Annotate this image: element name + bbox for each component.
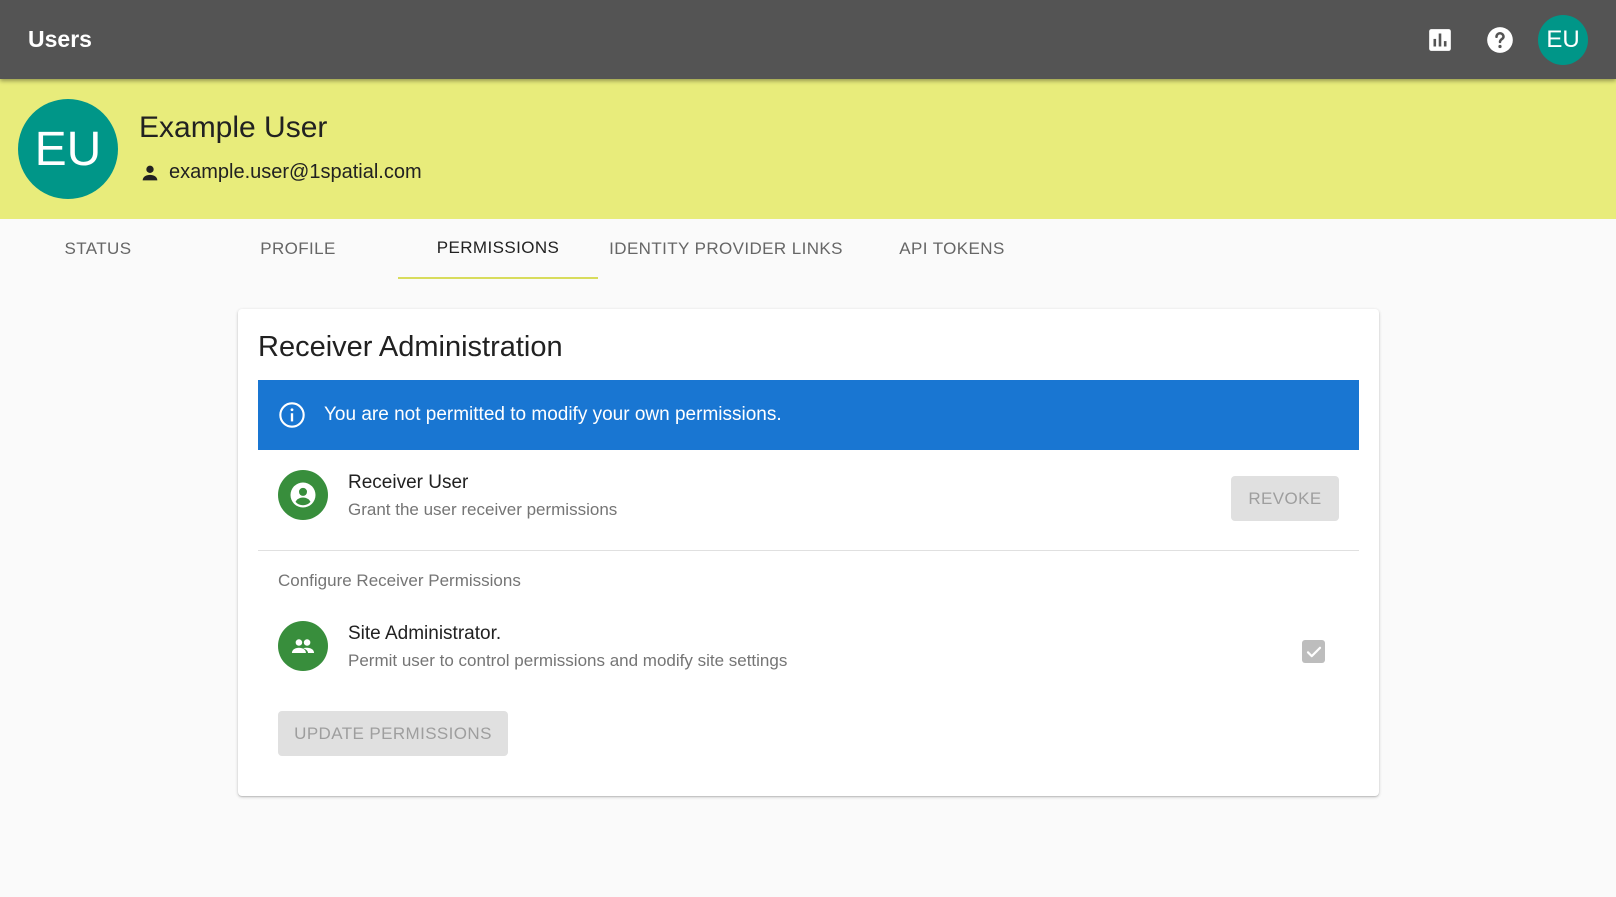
site-admin-icon-badge [278, 621, 328, 671]
receiver-user-subtitle: Grant the user receiver permissions [348, 500, 618, 519]
alert-message: You are not permitted to modify your own… [324, 404, 782, 425]
profile-banner: EU Example User example.user@1spatial.co… [0, 79, 1616, 219]
card-title: Receiver Administration [258, 331, 563, 363]
account-avatar-button[interactable]: EU [1538, 14, 1588, 65]
info-alert: You are not permitted to modify your own… [258, 380, 1359, 450]
user-avatar: EU [18, 99, 118, 199]
tab-status[interactable]: STATUS [0, 219, 196, 279]
tab-identity-provider-links[interactable]: IDENTITY PROVIDER LINKS [598, 219, 854, 279]
site-admin-subtitle: Permit user to control permissions and m… [348, 651, 788, 670]
tab-bar: STATUS PROFILE PERMISSIONS IDENTITY PROV… [0, 219, 1616, 279]
person-icon [142, 165, 158, 180]
user-name: Example User [139, 111, 328, 144]
configure-permissions-label: Configure Receiver Permissions [278, 571, 521, 590]
group-icon [291, 639, 315, 653]
info-icon [279, 402, 305, 428]
site-admin-title: Site Administrator. [348, 623, 502, 644]
tab-api-tokens[interactable]: API TOKENS [854, 219, 1050, 279]
tab-profile[interactable]: PROFILE [198, 219, 398, 279]
bar-chart-icon [1429, 28, 1451, 51]
receiver-administration-card: Receiver Administration You are not perm… [238, 309, 1379, 796]
tab-permissions[interactable]: PERMISSIONS [398, 219, 598, 279]
divider [258, 550, 1359, 551]
revoke-button[interactable]: REVOKE [1231, 476, 1339, 521]
update-permissions-button[interactable]: UPDATE PERMISSIONS [278, 711, 508, 756]
app-title: Users [28, 26, 92, 52]
receiver-user-row: Receiver User Grant the user receiver pe… [258, 454, 1359, 534]
help-button[interactable] [1470, 10, 1530, 70]
analytics-button[interactable] [1410, 10, 1470, 70]
help-circle-icon [1487, 26, 1513, 53]
user-email-row: example.user@1spatial.com [139, 161, 422, 184]
check-icon [1306, 646, 1321, 657]
site-admin-checkbox[interactable] [1302, 640, 1325, 663]
receiver-user-title: Receiver User [348, 472, 469, 493]
top-app-bar: Users EU [0, 0, 1616, 79]
user-email: example.user@1spatial.com [169, 161, 422, 183]
account-circle-icon [290, 482, 316, 508]
receiver-user-icon-badge [278, 470, 328, 520]
site-administrator-row: Site Administrator. Permit user to contr… [258, 605, 1359, 685]
topbar-actions: EU [1410, 10, 1588, 70]
